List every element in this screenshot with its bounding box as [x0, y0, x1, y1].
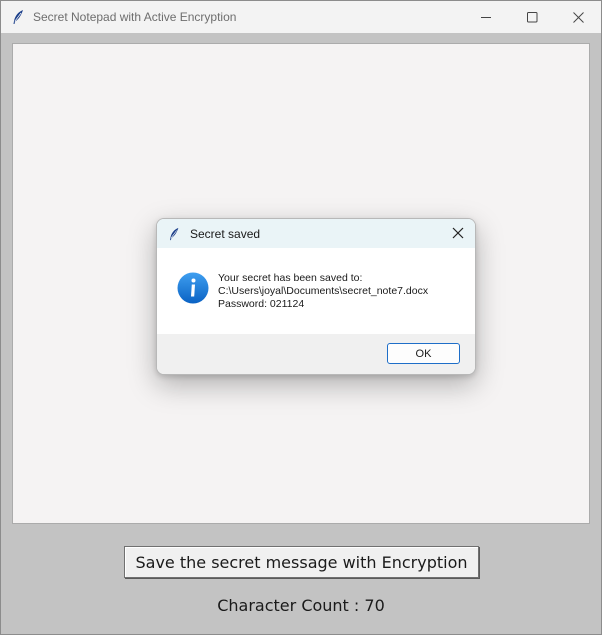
- window-title: Secret Notepad with Active Encryption: [33, 10, 237, 24]
- close-icon: [572, 11, 584, 23]
- dialog-close-button[interactable]: [447, 222, 469, 244]
- title-bar[interactable]: Secret Notepad with Active Encryption: [1, 1, 601, 33]
- message-line: Your secret has been saved to:: [218, 272, 363, 284]
- dialog-title-bar[interactable]: Secret saved: [157, 219, 475, 248]
- dialog-title: Secret saved: [190, 226, 261, 241]
- minimize-button[interactable]: [463, 1, 509, 33]
- message-line: Password: 021124: [218, 298, 305, 310]
- close-icon: [452, 227, 464, 239]
- character-count-label: Character Count :: [217, 596, 365, 615]
- dialog-body: Your secret has been saved to: C:\Users\…: [157, 248, 475, 334]
- dialog-footer: OK: [157, 334, 475, 374]
- ok-button[interactable]: OK: [387, 343, 460, 364]
- dialog-message: Your secret has been saved to: C:\Users\…: [218, 272, 428, 311]
- maximize-icon: [526, 11, 537, 22]
- close-button[interactable]: [555, 1, 601, 33]
- character-count-value: 70: [364, 596, 385, 615]
- save-encrypted-button[interactable]: Save the secret message with Encryption: [124, 546, 479, 578]
- window-controls: [463, 1, 601, 33]
- feather-icon: [10, 9, 26, 25]
- feather-icon: [167, 227, 181, 241]
- character-count: Character Count : 70: [1, 596, 601, 615]
- maximize-button[interactable]: [509, 1, 555, 33]
- info-icon: [177, 272, 209, 304]
- secret-saved-dialog: Secret saved Your secret has been saved …: [156, 218, 476, 375]
- minimize-icon: [480, 16, 491, 18]
- message-line: C:\Users\joyal\Documents\secret_note7.do…: [218, 285, 429, 297]
